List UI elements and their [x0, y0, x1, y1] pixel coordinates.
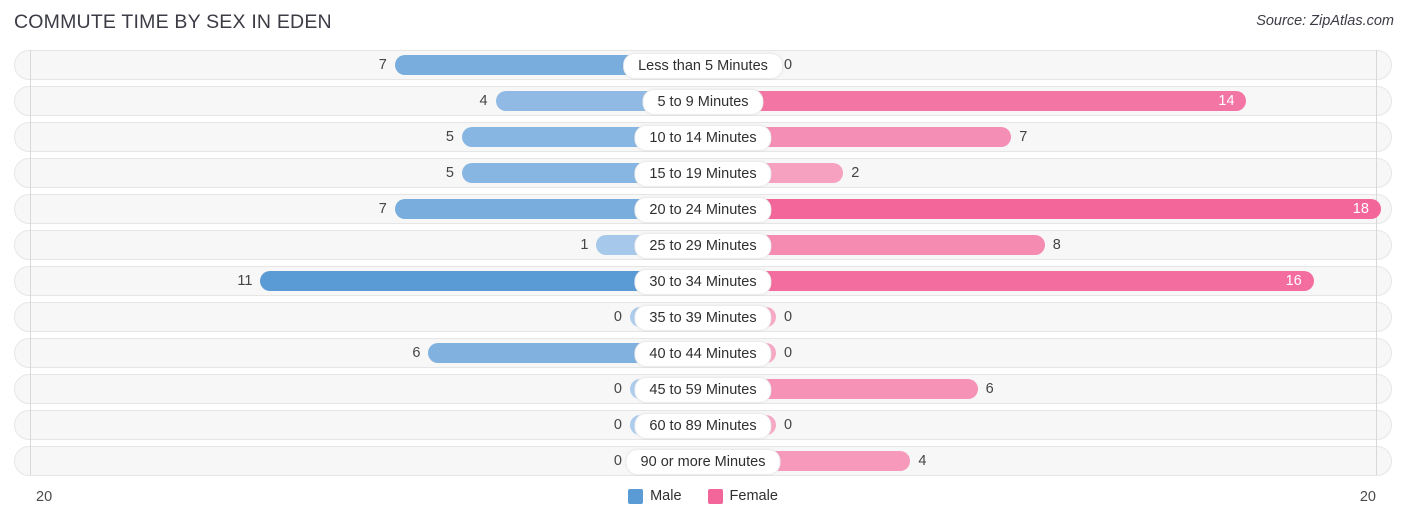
source-attribution: Source: ZipAtlas.com	[1256, 13, 1394, 29]
value-label-male: 1	[580, 237, 589, 253]
table-row: 6 0 40 to 44 Minutes	[14, 338, 1392, 368]
value-label-female: 0	[784, 309, 793, 325]
chart-plot-area: 7 0 Less than 5 Minutes 4 14 5 to 9 Minutes 5 7…	[0, 46, 1406, 481]
legend-item-female[interactable]: Female	[707, 488, 778, 504]
chart-header: COMMUTE TIME BY SEX IN EDEN Source: ZipA…	[0, 0, 1406, 46]
bar-female[interactable]	[703, 271, 1314, 291]
value-label-female: 0	[784, 345, 793, 361]
chart-legend: Male Female	[0, 488, 1406, 504]
category-label: 5 to 9 Minutes	[642, 89, 764, 115]
table-row: 0 0 60 to 89 Minutes	[14, 410, 1392, 440]
table-row: 5 2 15 to 19 Minutes	[14, 158, 1392, 188]
value-label-female: 7	[1019, 129, 1028, 145]
category-label: 60 to 89 Minutes	[634, 413, 772, 439]
category-label: 90 or more Minutes	[625, 449, 781, 475]
value-label-female: 0	[784, 417, 793, 433]
value-label-male: 5	[445, 165, 454, 181]
value-label-male: 6	[412, 345, 421, 361]
category-label: 40 to 44 Minutes	[634, 341, 772, 367]
value-label-female: 8	[1052, 237, 1061, 253]
value-label-female: 16	[1285, 273, 1302, 289]
bar-female[interactable]	[703, 91, 1247, 111]
value-label-male: 0	[613, 381, 622, 397]
value-label-male: 0	[613, 309, 622, 325]
value-label-male: 7	[378, 201, 387, 217]
value-label-female: 18	[1352, 201, 1369, 217]
value-label-male: 5	[445, 129, 454, 145]
category-label: 30 to 34 Minutes	[634, 269, 772, 295]
table-row: 1 8 25 to 29 Minutes	[14, 230, 1392, 260]
legend-label-male: Male	[650, 488, 682, 504]
value-label-male: 11	[237, 273, 253, 289]
legend-swatch-male	[628, 488, 644, 504]
table-row: 0 4 90 or more Minutes	[14, 446, 1392, 476]
category-label: Less than 5 Minutes	[623, 53, 783, 79]
legend-label-female: Female	[729, 488, 778, 504]
category-label: 15 to 19 Minutes	[634, 161, 772, 187]
table-row: 0 0 35 to 39 Minutes	[14, 302, 1392, 332]
table-row: 4 14 5 to 9 Minutes	[14, 86, 1392, 116]
value-label-male: 0	[613, 417, 622, 433]
table-row: 7 0 Less than 5 Minutes	[14, 50, 1392, 80]
category-label: 35 to 39 Minutes	[634, 305, 772, 331]
table-row: 7 18 20 to 24 Minutes	[14, 194, 1392, 224]
legend-item-male[interactable]: Male	[628, 488, 682, 504]
value-label-male: 0	[613, 453, 622, 469]
value-label-male: 4	[479, 93, 488, 109]
value-label-female: 4	[918, 453, 927, 469]
value-label-female: 0	[784, 57, 793, 73]
category-label: 20 to 24 Minutes	[634, 197, 772, 223]
table-row: 5 7 10 to 14 Minutes	[14, 122, 1392, 152]
category-label: 10 to 14 Minutes	[634, 125, 772, 151]
category-label: 45 to 59 Minutes	[634, 377, 772, 403]
table-row: 11 16 30 to 34 Minutes	[14, 266, 1392, 296]
legend-swatch-female	[707, 488, 723, 504]
chart-footer: 20 20 Male Female	[0, 481, 1406, 523]
category-label: 25 to 29 Minutes	[634, 233, 772, 259]
bar-female[interactable]	[703, 199, 1381, 219]
table-row: 0 6 45 to 59 Minutes	[14, 374, 1392, 404]
value-label-male: 7	[378, 57, 387, 73]
page-title: COMMUTE TIME BY SEX IN EDEN	[14, 11, 332, 33]
gridline-right	[1376, 50, 1377, 475]
gridline-left	[30, 50, 31, 475]
value-label-female: 2	[851, 165, 860, 181]
value-label-female: 6	[985, 381, 994, 397]
value-label-female: 14	[1218, 93, 1235, 109]
